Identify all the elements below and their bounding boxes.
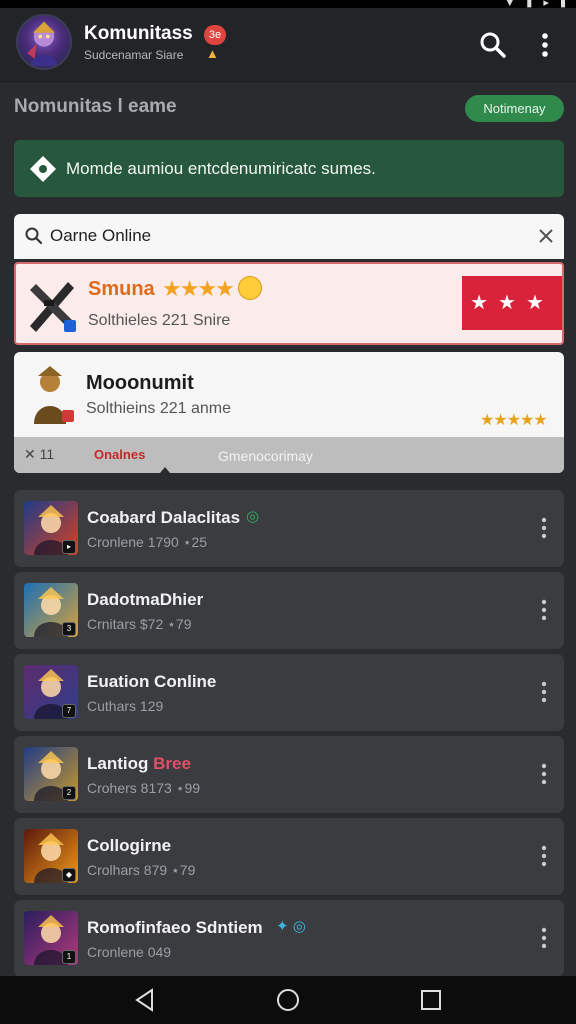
overflow-menu-button[interactable] xyxy=(530,30,560,60)
app-root: ▼ ▮ ▸ ▮ Komunitass 3e Sudcenamar Siare ▲ xyxy=(0,0,576,1024)
game-title-text: Coabard Dalaclitas xyxy=(87,508,241,527)
status-bar: ▼ ▮ ▸ ▮ xyxy=(0,0,576,9)
featured-subtitle: Solthieles 221 Snire xyxy=(88,312,231,329)
rating-button[interactable]: ★★★ xyxy=(462,276,562,330)
close-icon[interactable] xyxy=(536,226,556,246)
search-icon xyxy=(480,32,506,58)
featured-card-2[interactable]: Mooonumit Solthieins 221 anme ★★★★★ ✕ 11… xyxy=(14,352,564,473)
home-icon[interactable] xyxy=(275,987,301,1013)
game-subtitle: Cronlene 1790 ⋆25 xyxy=(87,534,208,550)
game-title: Lantiog Bree xyxy=(87,754,191,774)
search-input[interactable]: Oarne Online xyxy=(50,226,151,246)
list-item[interactable]: ◆ Collogirne Crolhars 879 ⋆79 xyxy=(14,818,564,895)
list-item[interactable]: 3 DadotmaDhier Crnitars $72 ⋆79 xyxy=(14,572,564,649)
app-title: Komunitass xyxy=(84,23,193,44)
game-badge: 7 xyxy=(62,704,76,718)
weapon-icon xyxy=(30,282,76,332)
search-button[interactable] xyxy=(478,30,508,60)
tab-close[interactable]: ✕ 11 xyxy=(24,446,54,463)
more-vertical-icon[interactable] xyxy=(536,762,552,786)
game-title-text: Romofinfaeo Sdntiem xyxy=(87,918,263,937)
online-status-icon: ◎ xyxy=(246,508,260,525)
featured-title: Smuna xyxy=(88,278,155,300)
game-title-text: DadotmaDhier xyxy=(87,590,204,609)
game-subtitle: Crohers 8173 ⋆99 xyxy=(87,780,201,796)
featured-subtitle: Solthieins 221 anme xyxy=(86,400,231,417)
avatar-image xyxy=(27,21,57,67)
game-badge: 3 xyxy=(62,622,76,636)
game-subtitle: Crnitars $72 ⋆79 xyxy=(87,616,192,632)
app-subtitle: Sudcenamar Siare xyxy=(84,48,184,62)
more-vertical-icon[interactable] xyxy=(536,598,552,622)
tag-icon xyxy=(30,156,56,182)
game-title: Romofinfaeo Sdntiem xyxy=(87,918,263,938)
more-vertical-icon[interactable] xyxy=(536,680,552,704)
list-item[interactable]: ▸ Coabard Dalaclitas Cronlene 1790 ⋆25 ◎ xyxy=(14,490,564,567)
list-item[interactable]: 2 Lantiog Bree Crohers 8173 ⋆99 xyxy=(14,736,564,813)
section-title: Nomunitas l eame xyxy=(14,96,177,117)
game-title: DadotmaDhier xyxy=(87,590,203,610)
tab-community[interactable]: Gmenocorimay xyxy=(218,448,313,464)
game-title: Euation Conline xyxy=(87,672,216,692)
search-icon xyxy=(25,227,43,245)
game-subtitle: Cronlene 049 xyxy=(87,944,172,960)
star-rating: ★★★★★ xyxy=(480,412,548,429)
game-title: Coabard Dalaclitas xyxy=(87,508,240,528)
emoji-icon xyxy=(238,276,262,300)
more-vertical-icon[interactable] xyxy=(536,926,552,950)
featured-title: Mooonumit xyxy=(86,372,194,394)
search-bar[interactable]: Oarne Online xyxy=(14,214,564,259)
game-title-text: Collogirne xyxy=(87,836,172,855)
game-badge: 1 xyxy=(62,950,76,964)
warrior-icon xyxy=(34,366,74,424)
featured-card-1[interactable]: Smuna ★★★★ Solthieles 221 Snire ★★★ xyxy=(14,262,564,345)
navigation-bar xyxy=(0,976,576,1024)
notification-pill-button[interactable]: Notimenay xyxy=(465,95,564,122)
game-badge: ◆ xyxy=(62,868,76,882)
tab-indicator xyxy=(160,467,170,473)
game-title-text: Lantiog xyxy=(87,754,154,773)
tab-online[interactable]: Onalnes xyxy=(94,447,145,462)
notification-badge: 3e xyxy=(204,25,226,45)
star-rating: ★★★★ xyxy=(162,276,235,301)
tab-bar: ✕ 11 Onalnes Gmenocorimay xyxy=(14,437,564,473)
avatar[interactable] xyxy=(16,14,72,70)
info-banner[interactable]: Momde aumiou entcdenumiricatc sumes. xyxy=(14,140,564,197)
game-subtitle: Cuthars 129 xyxy=(87,698,164,714)
recents-icon[interactable] xyxy=(418,987,444,1013)
game-title: Collogirne xyxy=(87,836,171,856)
app-header: Komunitass 3e Sudcenamar Siare ▲ xyxy=(0,8,576,82)
list-item[interactable]: 1 Romofinfaeo Sdntiem Cronlene 049 ✦ ◎ xyxy=(14,900,564,977)
game-title-accent: Bree xyxy=(153,754,191,773)
game-title-text: Euation Conline xyxy=(87,672,217,691)
more-vertical-icon[interactable] xyxy=(536,516,552,540)
game-badge: ▸ xyxy=(62,540,76,554)
status-icons: ✦ ◎ xyxy=(276,918,306,935)
game-subtitle: Crolhars 879 ⋆79 xyxy=(87,862,196,878)
back-icon[interactable] xyxy=(132,987,158,1013)
more-vertical-icon[interactable] xyxy=(536,844,552,868)
banner-text: Momde aumiou entcdenumiricatc sumes. xyxy=(66,159,376,178)
list-item[interactable]: 7 Euation Conline Cuthars 129 xyxy=(14,654,564,731)
game-badge: 2 xyxy=(62,786,76,800)
more-vertical-icon xyxy=(542,33,548,57)
warning-icon: ▲ xyxy=(206,46,219,61)
